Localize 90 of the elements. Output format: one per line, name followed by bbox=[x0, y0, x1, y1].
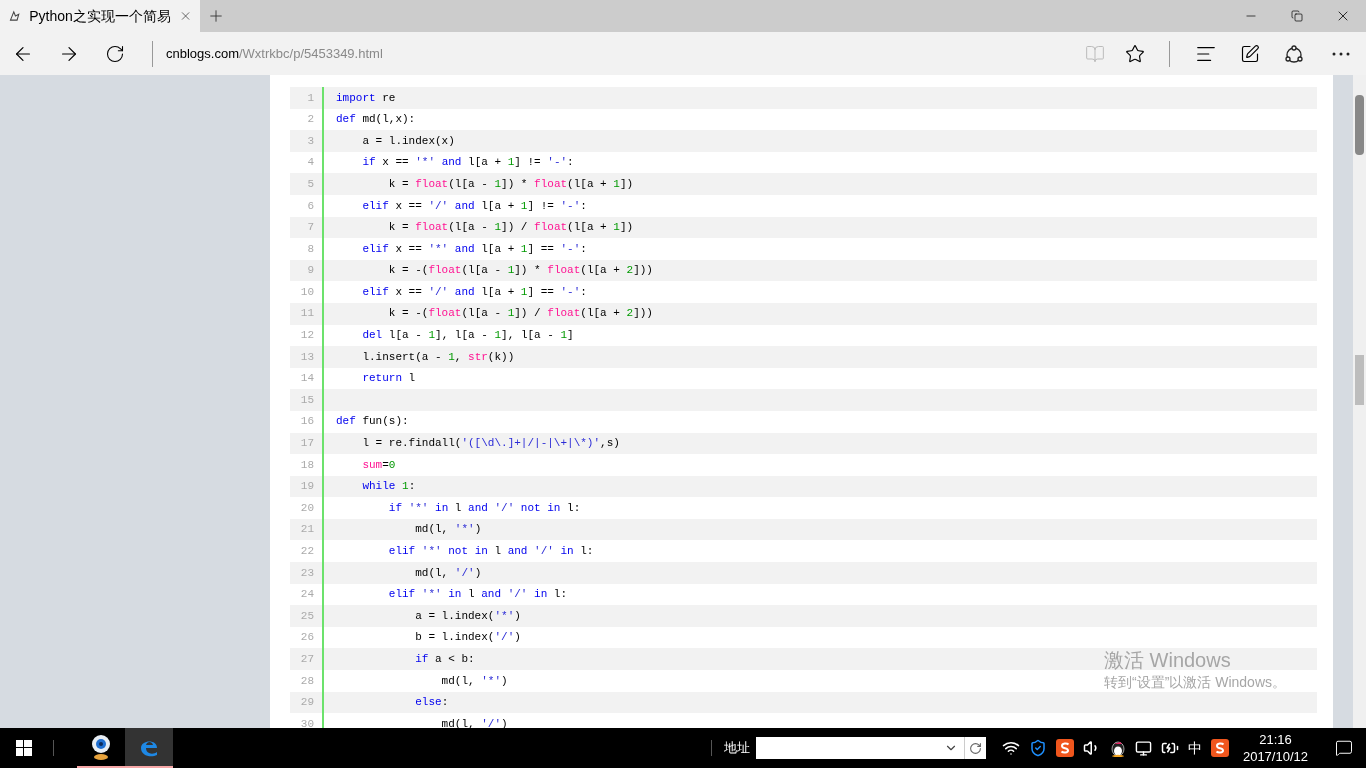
line-number: 4 bbox=[307, 155, 314, 171]
wifi-icon[interactable] bbox=[1001, 739, 1020, 757]
line-number: 2 bbox=[307, 112, 314, 128]
code-line: k = -(float(l[a - 1]) * float(l[a + 2])) bbox=[387, 263, 653, 279]
clock-date: 2017/10/12 bbox=[1242, 748, 1308, 765]
restore-icon bbox=[1291, 10, 1303, 22]
line-number: 8 bbox=[307, 241, 314, 257]
line-number: 9 bbox=[307, 263, 314, 279]
code-line: md(l, '*') bbox=[440, 673, 508, 689]
address-label: 地址 bbox=[723, 739, 750, 758]
line-number: 14 bbox=[300, 371, 314, 387]
code-line: md(l, '*') bbox=[414, 522, 482, 538]
line-number: 15 bbox=[300, 392, 314, 408]
code-line: b = l.index('/') bbox=[414, 630, 521, 646]
code-line: if a < b: bbox=[414, 652, 475, 667]
code-line: a = l.index('*') bbox=[414, 608, 521, 624]
scrollbar[interactable] bbox=[1353, 75, 1366, 728]
webcam-icon bbox=[90, 734, 112, 760]
code-line: def fun(s): bbox=[336, 414, 409, 430]
code-line: k = float(l[a - 1]) / float(l[a + 1]) bbox=[387, 220, 634, 236]
windows-logo-icon bbox=[16, 740, 32, 756]
line-number: 11 bbox=[300, 306, 314, 322]
code-line: l = re.findall('([\d\.]+|/|-|\+|\*)',s) bbox=[361, 436, 620, 452]
s-logo-icon[interactable] bbox=[1055, 739, 1074, 757]
code-line: elif x == '*' and l[a + 1] == '-': bbox=[361, 241, 587, 257]
shield-icon[interactable] bbox=[1028, 739, 1047, 757]
code-line: elif x == '/' and l[a + 1] != '-': bbox=[361, 198, 587, 214]
browser-tab[interactable]: Python之实现一个简易 bbox=[0, 0, 200, 32]
plus-icon bbox=[207, 7, 225, 25]
taskbar-address-field[interactable] bbox=[755, 737, 986, 759]
line-number: 5 bbox=[307, 176, 314, 192]
code-line: l.insert(a - 1, str(k)) bbox=[361, 349, 515, 365]
share-icon bbox=[1283, 42, 1305, 65]
refresh-icon bbox=[105, 43, 125, 64]
network-icon[interactable] bbox=[1134, 739, 1152, 757]
code-line: def md(l,x): bbox=[336, 112, 416, 128]
line-number: 12 bbox=[300, 328, 314, 344]
line-number: 19 bbox=[300, 479, 314, 495]
clock[interactable]: 21:16 2017/10/12 bbox=[1242, 731, 1308, 765]
book-icon bbox=[1085, 43, 1105, 64]
code-line: md(l, '/') bbox=[414, 565, 482, 581]
refresh-icon[interactable] bbox=[968, 741, 982, 755]
line-number: 25 bbox=[300, 608, 314, 624]
code-line: a = l.index(x) bbox=[361, 133, 455, 149]
line-number: 24 bbox=[300, 587, 314, 603]
code-line: else: bbox=[414, 695, 449, 711]
message-icon bbox=[1335, 739, 1353, 757]
line-number: 26 bbox=[300, 630, 314, 646]
code-line: return l bbox=[361, 371, 416, 387]
taskbar-app-button[interactable] bbox=[125, 728, 173, 768]
line-number: 21 bbox=[300, 522, 314, 538]
ime-indicator[interactable]: 中 bbox=[1187, 737, 1202, 759]
line-number: 1 bbox=[307, 90, 314, 106]
more-icon bbox=[1332, 51, 1350, 56]
line-number: 23 bbox=[300, 565, 314, 581]
star-icon bbox=[1125, 43, 1145, 64]
code-line: del l[a - 1], l[a - 1], l[a - 1] bbox=[361, 328, 574, 344]
line-number: 13 bbox=[300, 349, 314, 365]
code-line: k = -(float(l[a - 1]) / float(l[a + 2])) bbox=[387, 306, 653, 322]
activation-subtitle: 转到“设置”以激活 Windows。 bbox=[1104, 673, 1286, 692]
pen-icon bbox=[1240, 43, 1260, 64]
code-line: while 1: bbox=[361, 479, 416, 495]
code-line: elif '*' in l and '/' in l: bbox=[387, 587, 568, 603]
tab-title: Python之实现一个简易 bbox=[29, 6, 171, 26]
line-number: 17 bbox=[300, 436, 314, 452]
line-number: 29 bbox=[300, 695, 314, 711]
line-number: 30 bbox=[300, 716, 314, 728]
line-number: 20 bbox=[300, 500, 314, 516]
code-line: if '*' in l and '/' not in l: bbox=[387, 500, 581, 516]
activation-title: 激活 Windows bbox=[1104, 648, 1232, 672]
line-number: 22 bbox=[300, 544, 314, 559]
line-number: 18 bbox=[300, 457, 314, 473]
line-number: 27 bbox=[300, 652, 314, 667]
line-number: 28 bbox=[300, 673, 314, 689]
s-logo-icon[interactable] bbox=[1210, 739, 1229, 757]
penguin-icon[interactable] bbox=[1109, 739, 1126, 757]
code-line: elif x == '/' and l[a + 1] == '-': bbox=[361, 284, 587, 300]
clock-time: 21:16 bbox=[1259, 731, 1292, 748]
code-line: if x == '*' and l[a + 1] != '-': bbox=[361, 155, 574, 171]
address-field[interactable]: cnblogs.com/Wxtrkbc/p/5453349.html bbox=[166, 43, 383, 64]
code-line: elif '*' not in l and '/' in l: bbox=[387, 544, 594, 559]
line-number: 6 bbox=[307, 198, 314, 214]
code-line: sum=0 bbox=[361, 457, 396, 473]
favicon-icon bbox=[8, 8, 22, 24]
line-number: 3 bbox=[307, 133, 314, 149]
line-number: 10 bbox=[300, 284, 314, 300]
code-line: k = float(l[a - 1]) * float(l[a + 1]) bbox=[387, 176, 634, 192]
code-line: import re bbox=[336, 90, 396, 106]
line-number: 16 bbox=[300, 414, 314, 430]
line-number: 7 bbox=[307, 220, 314, 236]
